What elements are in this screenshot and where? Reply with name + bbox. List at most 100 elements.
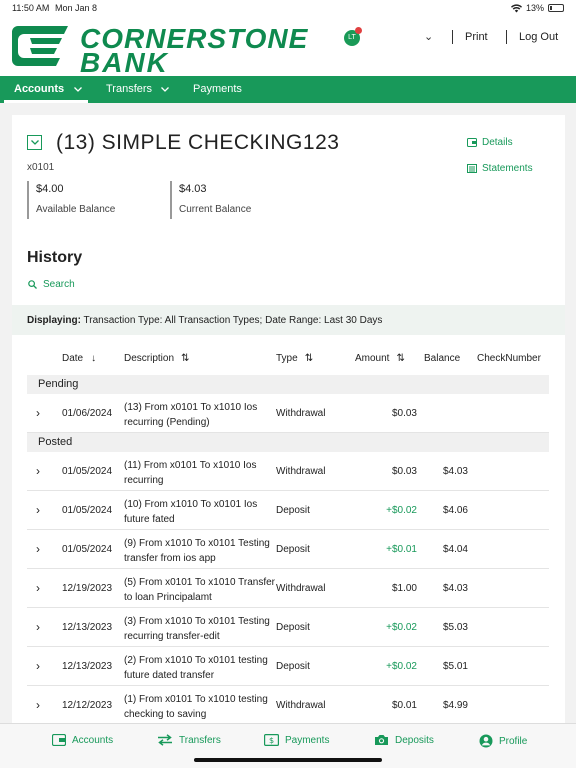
details-label: Details [482, 137, 513, 148]
row-amount: $0.03 [391, 466, 417, 477]
col-checknumber-label: CheckNumber [477, 353, 541, 364]
chevron-right-icon[interactable]: › [36, 542, 40, 556]
user-circle-icon [479, 734, 493, 748]
tab-transfers[interactable]: Transfers [157, 734, 221, 746]
logout-link[interactable]: Log Out [519, 31, 558, 43]
tab-accounts-label: Accounts [72, 734, 114, 746]
current-balance-block: $4.03 Current Balance [170, 181, 251, 219]
current-balance-value: $4.03 [179, 183, 207, 195]
main-nav: Accounts Transfers Payments [0, 76, 576, 103]
app-header: CORNERSTONE BANK LT ⌄ Print Log Out [0, 16, 576, 78]
row-description: (2) From x1010 To x0101 testing future d… [124, 655, 268, 681]
group-pending: Pending [27, 375, 549, 394]
chevron-right-icon[interactable]: › [36, 406, 40, 420]
history-search-link[interactable]: Search [28, 279, 75, 290]
col-date-label: Date [62, 353, 84, 364]
table-row[interactable]: › 01/05/2024 (9) From x1010 To x0101 Tes… [27, 530, 549, 569]
chevron-right-icon[interactable]: › [36, 581, 40, 595]
row-description: (9) From x1010 To x0101 Testing transfer… [124, 538, 270, 564]
chevron-right-icon[interactable]: › [36, 659, 40, 673]
print-link[interactable]: Print [465, 31, 488, 43]
home-indicator [194, 758, 382, 762]
row-description: (13) From x0101 To x1010 Ios recurring (… [124, 402, 258, 428]
filter-summary: Displaying: Transaction Type: All Transa… [12, 305, 565, 335]
status-date: Mon Jan 8 [55, 3, 98, 13]
status-bar: 11:50 AM Mon Jan 8 13% [0, 0, 576, 16]
row-balance: $4.99 [442, 700, 468, 711]
tab-profile[interactable]: Profile [479, 734, 527, 748]
chevron-down-icon [30, 140, 39, 146]
nav-active-indicator [4, 100, 88, 103]
sort-both-icon: ⇅ [181, 353, 190, 364]
header-divider [452, 30, 453, 44]
chevron-down-icon[interactable] [74, 87, 82, 92]
nav-transfers[interactable]: Transfers [106, 83, 152, 95]
chevron-right-icon[interactable]: › [36, 620, 40, 634]
statements-link[interactable]: Statements [467, 163, 533, 174]
dollar-bill-icon: $ [264, 734, 279, 746]
tab-transfers-label: Transfers [179, 734, 221, 746]
tab-accounts[interactable]: Accounts [52, 734, 113, 746]
available-balance-label: Available Balance [36, 204, 116, 215]
history-title: History [27, 249, 83, 266]
row-description: (10) From x1010 To x0101 Ios future fate… [124, 499, 258, 525]
search-label: Search [43, 279, 75, 290]
row-date: 01/05/2024 [62, 466, 113, 477]
group-posted: Posted [27, 433, 549, 452]
nav-accounts[interactable]: Accounts [14, 83, 64, 95]
row-date: 12/12/2023 [62, 700, 113, 711]
col-checknumber: CheckNumber [477, 353, 541, 364]
table-row[interactable]: › 12/19/2023 (5) From x0101 To x1010 Tra… [27, 569, 549, 608]
row-date: 12/19/2023 [62, 583, 113, 594]
row-date: 12/13/2023 [62, 661, 113, 672]
account-name: (13) SIMPLE CHECKING123 [56, 131, 340, 154]
chevron-down-icon[interactable] [161, 87, 169, 92]
tab-profile-label: Profile [499, 735, 528, 747]
chevron-right-icon[interactable]: › [36, 698, 40, 712]
tab-deposits[interactable]: Deposits [374, 734, 434, 746]
table-row[interactable]: › 01/05/2024 (10) From x1010 To x0101 Io… [27, 491, 549, 530]
nav-payments[interactable]: Payments [193, 83, 242, 95]
chevron-right-icon[interactable]: › [36, 503, 40, 517]
col-type[interactable]: Type ⇅ [276, 353, 313, 364]
camera-icon [375, 735, 388, 745]
row-amount: +$0.02 [386, 661, 417, 672]
battery-percent: 13% [525, 3, 544, 13]
account-collapse-toggle[interactable] [27, 135, 42, 150]
account-summary: (13) SIMPLE CHECKING123 x0101 $4.00 Avai… [12, 115, 565, 235]
wallet-icon [52, 734, 66, 746]
chevron-right-icon[interactable]: › [36, 464, 40, 478]
row-amount: +$0.02 [386, 505, 417, 516]
row-balance: $4.03 [442, 466, 468, 477]
displaying-label: Displaying: [27, 315, 81, 326]
transfer-arrows-icon [158, 734, 172, 746]
row-description: (11) From x0101 To x1010 Ios recurring [124, 460, 257, 486]
row-amount: $1.00 [391, 583, 417, 594]
table-row[interactable]: › 12/13/2023 (2) From x1010 To x0101 tes… [27, 647, 549, 686]
row-amount: +$0.02 [386, 622, 417, 633]
row-balance: $4.04 [442, 544, 468, 555]
table-row[interactable]: › 12/12/2023 (1) From x0101 To x1010 tes… [27, 686, 549, 723]
row-date: 01/05/2024 [62, 505, 113, 516]
col-description[interactable]: Description ⇅ [124, 353, 189, 364]
account-number: x0101 [27, 162, 55, 173]
row-type: Withdrawal [276, 466, 326, 477]
chevron-down-icon[interactable]: ⌄ [424, 30, 433, 43]
notification-dot [355, 27, 362, 34]
tab-payments[interactable]: $ Payments [264, 734, 329, 746]
search-icon [28, 280, 37, 289]
row-date: 12/13/2023 [62, 622, 113, 633]
sort-both-icon: ⇅ [304, 353, 314, 364]
col-date[interactable]: Date ↓ [62, 353, 96, 364]
col-amount[interactable]: Amount ⇅ [355, 353, 405, 364]
status-time: 11:50 AM [12, 3, 50, 13]
table-row[interactable]: › 12/13/2023 (3) From x1010 To x0101 Tes… [27, 608, 549, 647]
bank-logo[interactable]: CORNERSTONE BANK [10, 22, 310, 78]
account-card: (13) SIMPLE CHECKING123 x0101 $4.00 Avai… [12, 115, 565, 723]
table-row[interactable]: › 01/06/2024 (13) From x0101 To x1010 Io… [27, 394, 549, 433]
svg-text:$: $ [269, 736, 274, 745]
row-type: Deposit [276, 622, 310, 633]
available-balance-block: $4.00 Available Balance [27, 181, 115, 219]
details-link[interactable]: Details [467, 137, 513, 148]
table-row[interactable]: › 01/05/2024 (11) From x0101 To x1010 Io… [27, 452, 549, 491]
